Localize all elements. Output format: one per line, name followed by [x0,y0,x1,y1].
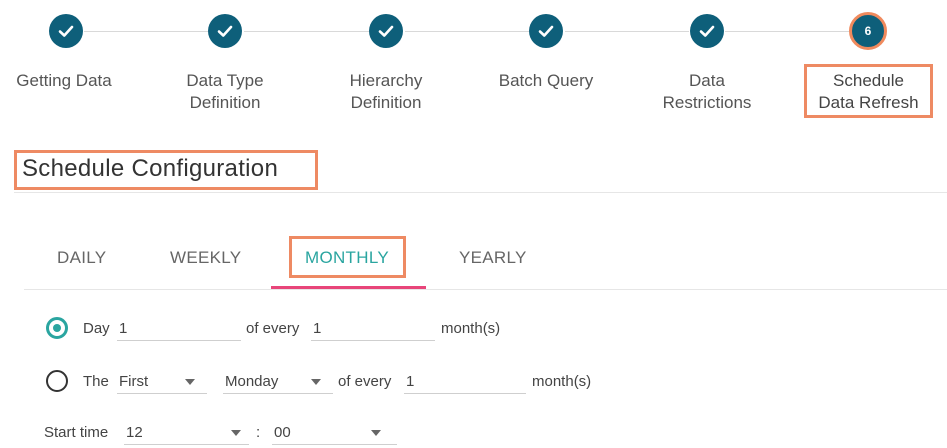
the-every-months-input[interactable]: 1 [404,371,526,394]
step-5-complete-icon[interactable] [690,14,724,48]
stepper-connector [84,31,208,32]
step-3-complete-icon[interactable] [369,14,403,48]
step-label-getting-data[interactable]: Getting Data [0,70,128,92]
tab-yearly[interactable]: YEARLY [459,248,527,268]
the-option-radio[interactable] [46,370,68,392]
stepper-connector [244,31,369,32]
tab-daily[interactable]: DAILY [57,248,106,268]
stepper-connector [565,31,689,32]
tab-weekly[interactable]: WEEKLY [170,248,241,268]
checkmark-icon [699,25,715,37]
day-every-months-input[interactable]: 1 [311,318,435,341]
of-every-label: of every [246,320,300,337]
chevron-down-icon [231,430,241,436]
tab-monthly[interactable]: MONTHLY [305,248,389,268]
day-option-label: Day [83,320,110,337]
checkmark-icon [538,25,554,37]
step-4-complete-icon[interactable] [529,14,563,48]
checkmark-icon [217,25,233,37]
stepper-connector [405,31,529,32]
active-tab-indicator [271,286,426,289]
checkmark-icon [378,25,394,37]
page-title: Schedule Configuration [22,155,279,182]
chevron-down-icon [185,379,195,385]
tabs-divider [24,289,947,290]
of-every-label: of every [338,373,392,390]
step-label-schedule-data-refresh[interactable]: Schedule Data Refresh [806,70,931,114]
step-label-hierarchy-definition[interactable]: Hierarchy Definition [324,70,448,114]
step-label-batch-query[interactable]: Batch Query [484,70,608,92]
checkmark-icon [58,25,74,37]
start-time-label: Start time [44,424,109,441]
step-6-current-badge[interactable]: 6 [849,12,887,50]
months-unit-label: month(s) [532,373,592,390]
stepper-connector [725,31,849,32]
step-1-complete-icon[interactable] [49,14,83,48]
step-2-complete-icon[interactable] [208,14,242,48]
start-minute-select[interactable]: 00 [272,422,397,445]
chevron-down-icon [371,430,381,436]
step-label-data-restrictions[interactable]: Data Restrictions [645,70,769,114]
step-label-data-type-definition[interactable]: Data Type Definition [163,70,287,114]
day-value-input[interactable]: 1 [117,318,241,341]
ordinal-select[interactable]: First [117,371,207,394]
weekday-select[interactable]: Monday [223,371,333,394]
the-option-label: The [83,373,109,390]
start-hour-select[interactable]: 12 [124,422,249,445]
chevron-down-icon [311,379,321,385]
day-option-radio[interactable] [46,317,68,339]
time-separator: : [256,424,261,441]
divider [14,192,947,193]
months-unit-label: month(s) [441,320,501,337]
